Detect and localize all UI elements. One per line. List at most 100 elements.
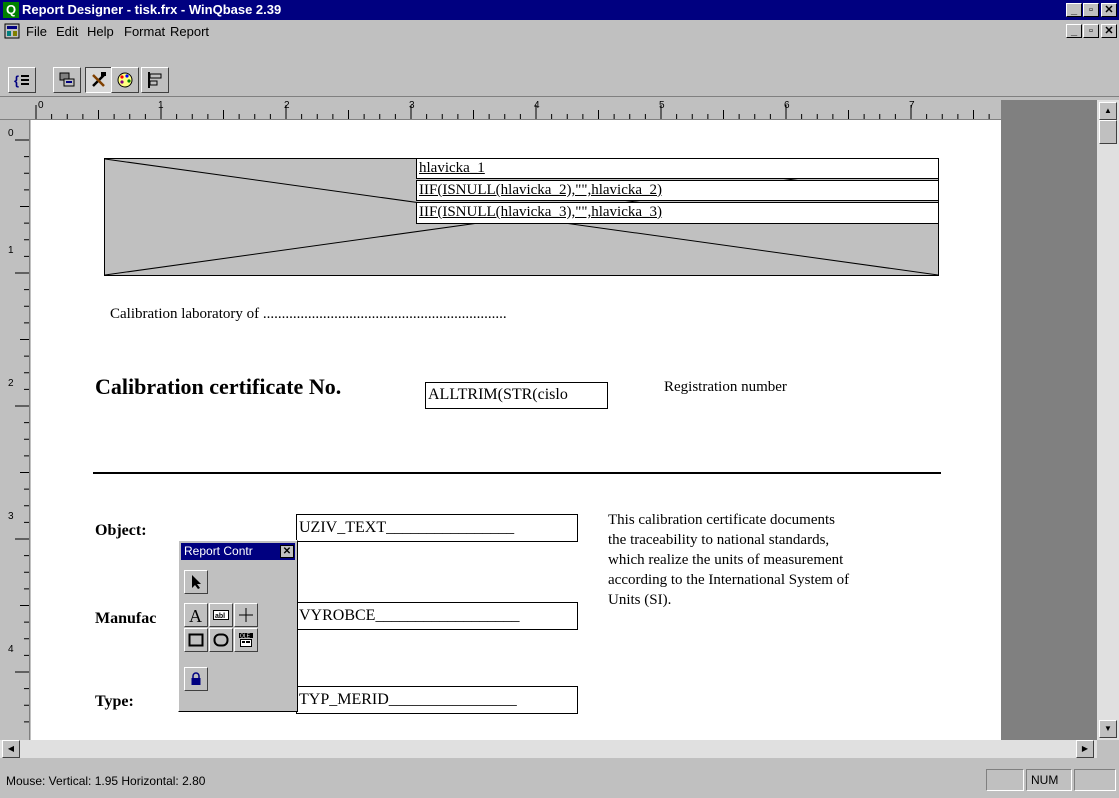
horizontal-scrollbar[interactable]: ◀ ▶	[0, 740, 1097, 758]
field-tool-button[interactable]: abl	[209, 603, 233, 627]
title-bar: Q Report Designer - tisk.frx - WinQbase …	[0, 0, 1119, 20]
cert-title[interactable]: Calibration certificate No.	[95, 374, 341, 400]
svg-text:abl: abl	[215, 613, 225, 620]
minimize-button[interactable]: _	[1066, 3, 1082, 17]
manufacturer-label[interactable]: Manufac	[95, 610, 156, 628]
cert-number-field[interactable]: ALLTRIM(STR(cislo	[425, 382, 608, 409]
status-mouse-position: Mouse: Vertical: 1.95 Horizontal: 2.80	[6, 774, 206, 788]
vertical-ruler: 0 1 2 3 4	[0, 120, 30, 740]
vruler-label-0: 0	[8, 128, 14, 139]
doc-restore-button[interactable]: ▫	[1083, 24, 1099, 38]
tools-button[interactable]	[85, 67, 113, 93]
scroll-left-button[interactable]: ◀	[2, 740, 20, 758]
type-label[interactable]: Type:	[95, 693, 134, 711]
rectangle-tool-button[interactable]	[184, 628, 208, 652]
lock-icon	[191, 672, 201, 685]
close-button[interactable]: ✕	[1101, 3, 1117, 17]
type-field-text: TYP_MERID	[299, 691, 389, 708]
header-field-2-text: IIF(ISNULL(hlavicka_2),"",hlavicka_2)	[419, 182, 663, 198]
palette-title-text: Report Contr	[184, 544, 253, 558]
header-field-2[interactable]: IIF(ISNULL(hlavicka_2),"",hlavicka_2)	[416, 180, 939, 201]
menu-bar: File Edit Help Format Report _ ▫ ✕	[0, 20, 1119, 42]
rounded-rectangle-icon	[213, 633, 229, 647]
svg-text:A: A	[189, 607, 202, 623]
line-tool-button[interactable]	[234, 603, 258, 627]
menu-report[interactable]: Report	[170, 24, 209, 39]
line-icon	[239, 608, 253, 622]
vertical-scroll-thumb[interactable]	[1099, 120, 1117, 144]
vertical-scrollbar[interactable]: ▲ ▼	[1097, 100, 1119, 740]
header-field-3[interactable]: IIF(ISNULL(hlavicka_3),"",hlavicka_3)	[416, 202, 939, 224]
manufacturer-field-text: VYROBCE	[299, 607, 376, 624]
ole-picture-icon: OLE	[239, 633, 253, 647]
data-environment-button[interactable]: {	[8, 67, 36, 93]
label-tool-button[interactable]: A	[184, 603, 208, 627]
paragraph-line-3: which realize the units of measurement	[608, 552, 844, 568]
pointer-tool-button[interactable]	[184, 570, 208, 594]
paragraph-line-4: according to the International System of	[608, 572, 850, 588]
type-field[interactable]: TYP_MERID________________	[296, 686, 578, 714]
svg-text:OLE: OLE	[240, 634, 251, 640]
ruler-label-0: 0	[38, 100, 44, 111]
page-margin-area	[1001, 100, 1097, 740]
svg-text:{: {	[14, 73, 19, 88]
label-icon: A	[189, 607, 202, 623]
scroll-up-button[interactable]: ▲	[1099, 102, 1117, 120]
rectangle-icon	[188, 633, 204, 647]
pointer-icon	[192, 575, 201, 589]
menu-edit[interactable]: Edit	[56, 24, 78, 39]
data-environment-icon: {	[14, 73, 29, 88]
document-icon[interactable]	[4, 23, 20, 39]
layout-button[interactable]	[53, 67, 81, 93]
menu-format[interactable]: Format	[124, 24, 165, 39]
vruler-label-2: 2	[8, 378, 14, 389]
app-icon: Q	[3, 2, 19, 18]
ruler-label-4: 4	[534, 100, 540, 111]
status-num: NUM	[1026, 769, 1072, 791]
registration-label[interactable]: Registration number	[664, 379, 787, 396]
paragraph-line-1: This calibration certificate documents	[608, 512, 835, 528]
menu-help[interactable]: Help	[87, 24, 114, 39]
lock-tool-button[interactable]	[184, 667, 208, 691]
horizontal-ruler-ticks	[35, 105, 990, 119]
color-palette-icon	[117, 72, 133, 88]
object-label[interactable]: Object:	[95, 522, 147, 540]
header-field-3-text: IIF(ISNULL(hlavicka_3),"",hlavicka_3)	[419, 204, 663, 220]
header-field-1-text: hlavicka_1	[419, 160, 485, 176]
status-pane-empty	[986, 769, 1024, 791]
scroll-right-button[interactable]: ▶	[1076, 740, 1094, 758]
status-pane-last	[1074, 769, 1116, 791]
vruler-label-4: 4	[8, 644, 14, 655]
traceability-paragraph[interactable]: This calibration certificate documents t…	[608, 510, 940, 610]
paragraph-line-2: the traceability to national standards,	[608, 532, 830, 548]
palette-title[interactable]: Report Contr	[181, 543, 295, 560]
object-field[interactable]: UZIV_TEXT________________	[296, 514, 578, 542]
vruler-label-1: 1	[8, 245, 14, 256]
vertical-ruler-ticks	[15, 139, 29, 723]
scroll-down-button[interactable]: ▼	[1099, 720, 1117, 738]
palette-close-button[interactable]: ✕	[280, 545, 294, 558]
maximize-button[interactable]: ▫	[1083, 3, 1099, 17]
ruler-label-3: 3	[409, 100, 415, 111]
object-field-text: UZIV_TEXT	[299, 519, 387, 536]
color-palette-button[interactable]	[111, 67, 139, 93]
menu-file[interactable]: File	[26, 24, 47, 39]
align-button[interactable]	[141, 67, 169, 93]
header-field-1[interactable]: hlavicka_1	[416, 158, 939, 179]
ruler-label-6: 6	[784, 100, 790, 111]
lab-line[interactable]: Calibration laboratory of ..............…	[110, 306, 507, 323]
report-page[interactable]: hlavicka_1 IIF(ISNULL(hlavicka_2),"",hla…	[31, 120, 1001, 740]
rounded-rectangle-tool-button[interactable]	[209, 628, 233, 652]
report-controls-palette[interactable]: Report Contr ✕ A abl OLE	[178, 540, 298, 712]
horizontal-ruler: 0 1 2 3 4 5 6 7	[0, 100, 1004, 120]
ole-picture-tool-button[interactable]: OLE	[234, 628, 258, 652]
manufacturer-field[interactable]: VYROBCE__________________	[296, 602, 578, 630]
ruler-label-5: 5	[659, 100, 665, 111]
tools-icon	[92, 72, 106, 87]
doc-close-button[interactable]: ✕	[1101, 24, 1117, 38]
horizontal-rule[interactable]	[93, 472, 941, 474]
ruler-label-7: 7	[909, 100, 915, 111]
doc-minimize-button[interactable]: _	[1066, 24, 1082, 38]
paragraph-line-5: Units (SI).	[608, 592, 672, 608]
layout-icon	[59, 72, 75, 87]
